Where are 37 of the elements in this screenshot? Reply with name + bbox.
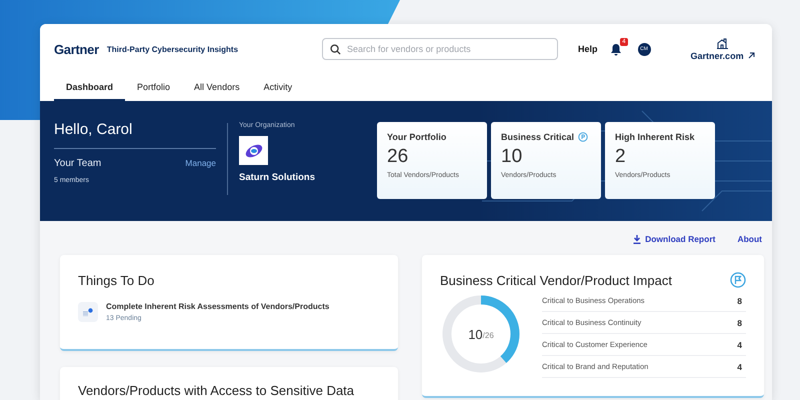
stat-value: 2 (615, 146, 627, 168)
greeting: Hello, Carol (54, 121, 216, 149)
organization-logo (239, 136, 268, 165)
nav-tab[interactable]: Activity (252, 74, 304, 101)
search-field[interactable]: Search for vendors or products (322, 38, 558, 60)
impact-count: 8 (737, 318, 742, 328)
impact-count: 8 (737, 296, 742, 306)
stat-value: 26 (387, 146, 410, 168)
stat-value: 10 (501, 146, 524, 168)
card-title: Business Critical Vendor/Product Impact (440, 272, 672, 288)
external-arrow-icon (748, 52, 755, 59)
donut-value: 10 (468, 326, 483, 342)
manage-link[interactable]: Manage (185, 158, 216, 169)
team-label: Your Team (54, 158, 102, 169)
download-icon (633, 234, 642, 244)
product-name: Third-Party Cybersecurity Insights (106, 44, 238, 54)
organization-name: Saturn Solutions (239, 172, 316, 183)
stat-title: Business Critical (501, 132, 574, 142)
flag-circle-icon[interactable] (730, 272, 746, 288)
donut-total: /26 (482, 331, 494, 340)
stat-title: High Inherent Risk (615, 132, 695, 142)
download-report-link[interactable]: Download Report (633, 233, 716, 245)
brand-logo[interactable]: Gartner (54, 42, 99, 56)
card-title: Vendors/Products with Access to Sensitive Data (78, 383, 356, 398)
card-title: Things To Do (78, 273, 156, 288)
bell-icon[interactable] (610, 42, 622, 56)
nav-tab[interactable]: Portfolio (125, 74, 182, 101)
impact-count: 4 (737, 340, 742, 350)
stat-title: Your Portfolio (387, 132, 446, 142)
task-title[interactable]: Complete Inherent Risk Assessments of Vendors/Products (106, 302, 330, 311)
nav-tab[interactable]: All Vendors (182, 74, 252, 101)
task-icon (78, 302, 98, 322)
gartner-link[interactable]: Gartner.com (690, 50, 755, 60)
about-link[interactable]: About (737, 233, 762, 245)
impact-count: 4 (737, 362, 742, 372)
help-link[interactable]: Help (578, 44, 598, 54)
building-icon (716, 38, 730, 48)
